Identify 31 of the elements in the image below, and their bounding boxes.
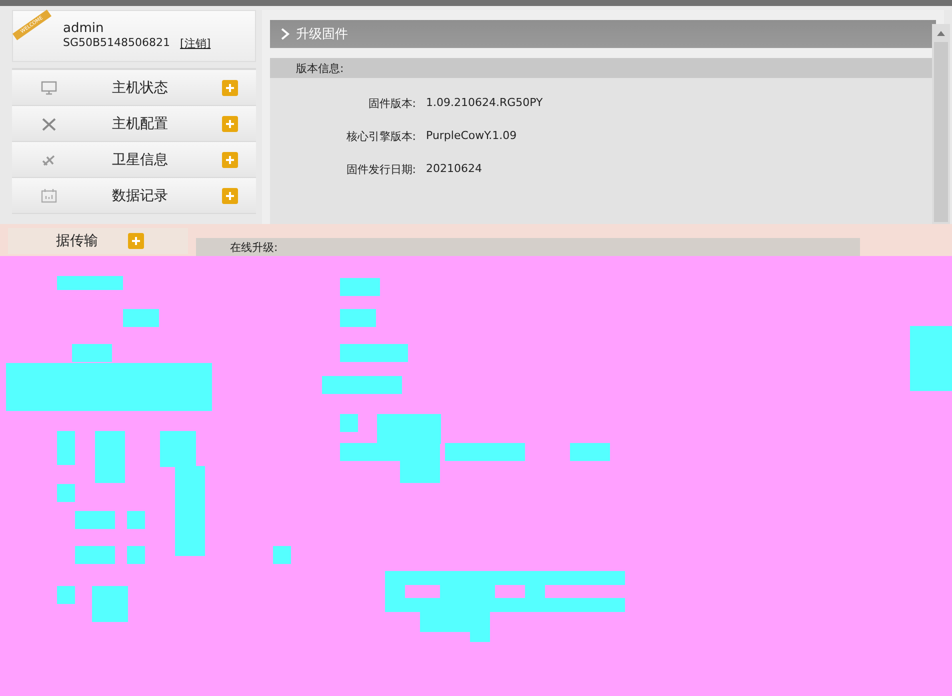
sidebar-item[interactable]: 数据记录 bbox=[12, 178, 256, 213]
field-value: 1.09.210624.RG50PY bbox=[426, 96, 543, 111]
monitor-icon bbox=[40, 80, 58, 96]
plus-icon bbox=[222, 116, 238, 132]
section-title: 在线升级: bbox=[230, 240, 278, 254]
sidebar-item-label: 卫星信息 bbox=[111, 150, 169, 168]
plus-icon bbox=[222, 188, 238, 204]
panel-title: 升级固件 bbox=[296, 26, 348, 43]
sidebar-item[interactable]: 主机配置 bbox=[12, 106, 256, 141]
section-title: 版本信息: bbox=[296, 60, 344, 76]
user-name: admin bbox=[63, 21, 105, 36]
chevron-icon bbox=[280, 28, 290, 40]
tools-icon bbox=[40, 116, 58, 132]
sidebar-item-label: 据传输 bbox=[56, 232, 98, 250]
sidebar-item[interactable]: 卫星信息 bbox=[12, 142, 256, 177]
plus-icon bbox=[222, 80, 238, 96]
serial-number: SG50B5148506821 bbox=[63, 36, 170, 51]
sidebar-item-label: 主机状态 bbox=[111, 78, 169, 96]
calendar-icon bbox=[40, 188, 58, 204]
logout-link[interactable]: [注销] bbox=[180, 36, 211, 51]
field-value: PurpleCowY.1.09 bbox=[426, 129, 517, 144]
sidebar-item-label: 数据记录 bbox=[111, 186, 169, 204]
plus-icon bbox=[128, 233, 144, 249]
field-value: 20210624 bbox=[426, 162, 482, 177]
plus-icon bbox=[222, 152, 238, 168]
sidebar-item[interactable]: 主机状态 bbox=[12, 70, 256, 105]
sidebar-item-label: 主机配置 bbox=[111, 114, 169, 132]
sidebar-item[interactable]: 据传输 bbox=[8, 228, 188, 254]
field-label: 固件发行日期: bbox=[345, 162, 416, 177]
field-label: 核心引擎版本: bbox=[345, 129, 416, 144]
field-label: 固件版本: bbox=[367, 96, 416, 111]
